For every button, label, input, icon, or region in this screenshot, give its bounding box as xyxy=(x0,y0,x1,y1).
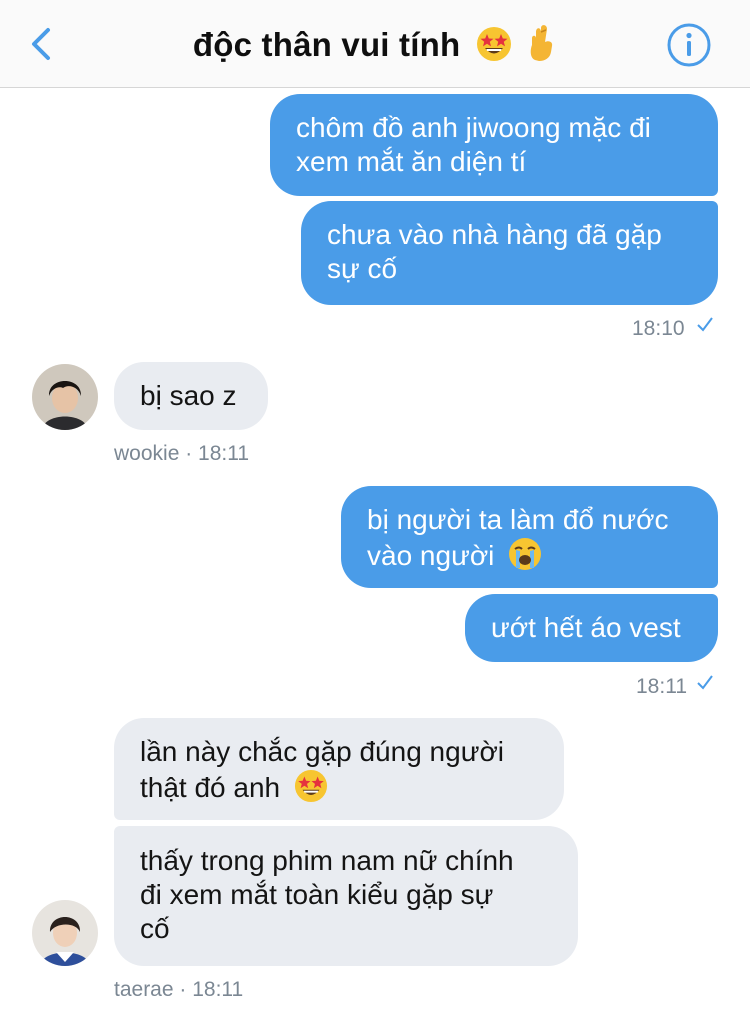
message-text-line-with-emoji: vào người xyxy=(367,537,692,579)
conversation-header: độc thân vui tính xyxy=(0,0,750,88)
message-timestamp: 18:10 xyxy=(632,317,685,340)
sender-timestamp: taerae · 18:11 xyxy=(114,978,244,1001)
incoming-message-bubble[interactable]: lần này chắc gặp đúng người thật đó anh xyxy=(114,718,564,820)
check-icon xyxy=(696,673,714,697)
avatar[interactable] xyxy=(32,364,98,430)
check-icon xyxy=(696,315,714,339)
conversation-title[interactable]: độc thân vui tính xyxy=(0,24,750,72)
message-text-line: bị sao z xyxy=(140,380,237,411)
message-text-line: đi xem mắt toàn kiểu gặp sự xyxy=(140,879,494,910)
outgoing-message-bubble[interactable]: bị người ta làm đổ nước vào người xyxy=(341,486,718,588)
incoming-message-bubble[interactable]: bị sao z xyxy=(114,362,268,430)
loudly-crying-face-icon xyxy=(508,537,542,579)
message-text-line: cố xyxy=(140,913,170,944)
message-text-line-with-emoji: thật đó anh xyxy=(140,769,538,811)
info-circle-icon xyxy=(667,23,711,67)
message-text-line: lần này chắc gặp đúng người xyxy=(140,736,505,767)
conversation-title-text: độc thân vui tính xyxy=(192,26,461,63)
message-text-line: vào người xyxy=(367,540,495,571)
info-button[interactable] xyxy=(666,22,712,68)
outgoing-message-bubble[interactable]: chôm đồ anh jiwoong mặc đi xem mắt ăn di… xyxy=(270,94,718,196)
message-text-line: chôm đồ anh jiwoong mặc đi xyxy=(296,112,651,143)
star-struck-face-icon xyxy=(476,26,512,72)
message-text-line: ướt hết áo vest xyxy=(491,612,681,643)
crossed-fingers-icon xyxy=(527,24,557,72)
star-struck-face-icon xyxy=(294,769,328,811)
message-text-line: thật đó anh xyxy=(140,772,281,803)
avatar[interactable] xyxy=(32,900,98,966)
message-text-line: xem mắt ăn diện tí xyxy=(296,146,527,177)
outgoing-message-bubble[interactable]: chưa vào nhà hàng đã gặp sự cố xyxy=(301,201,718,305)
message-text-line: bị người ta làm đổ nước xyxy=(367,504,669,535)
incoming-message-bubble[interactable]: thấy trong phim nam nữ chính đi xem mắt … xyxy=(114,826,578,966)
sender-timestamp: wookie · 18:11 xyxy=(114,442,250,465)
message-text-line: chưa vào nhà hàng đã gặp xyxy=(327,219,662,250)
message-timestamp: 18:11 xyxy=(636,675,687,698)
message-text-line: sự cố xyxy=(327,253,398,284)
outgoing-message-bubble[interactable]: ướt hết áo vest xyxy=(465,594,718,662)
message-text-line: thấy trong phim nam nữ chính xyxy=(140,845,514,876)
